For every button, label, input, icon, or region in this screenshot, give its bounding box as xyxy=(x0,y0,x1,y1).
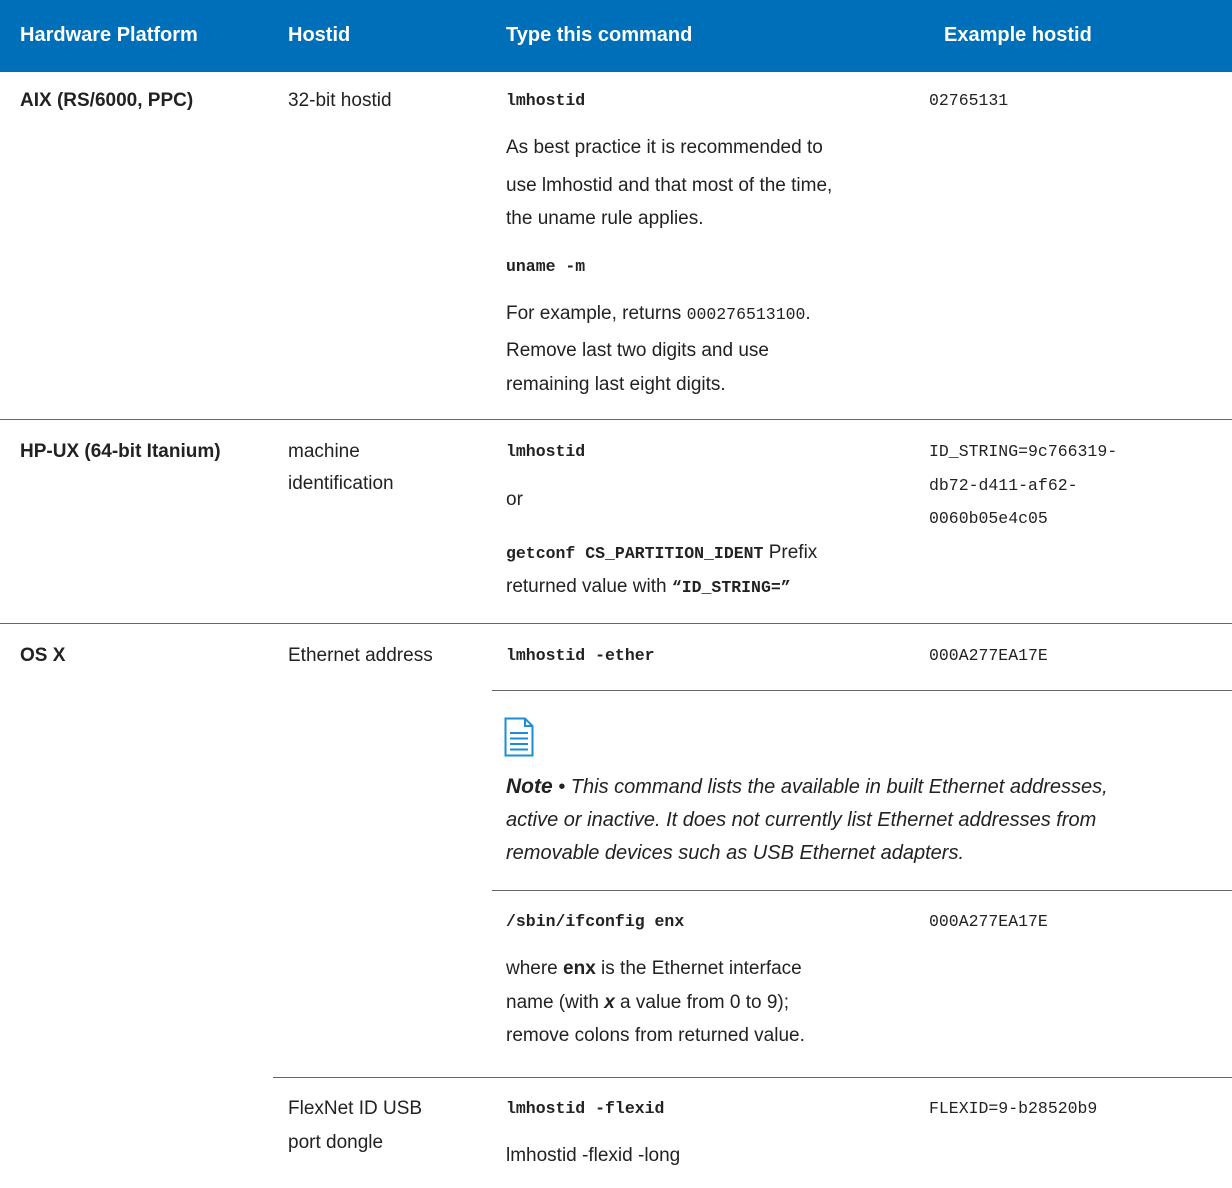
inline-code: “ID_STRING=” xyxy=(671,578,791,597)
note-line: removable devices such as USB Ethernet a… xyxy=(506,842,965,864)
example-hostid: FLEXID=9-b28520b9 xyxy=(929,1099,1098,1118)
example-hostid: 02765131 xyxy=(929,91,1009,110)
row-divider xyxy=(0,419,1232,420)
hostid-cell: identification xyxy=(288,473,394,494)
header-example-hostid: Example hostid xyxy=(944,24,1092,46)
paragraph-line: returned value with “ID_STRING=” xyxy=(506,571,791,603)
header-hardware-platform: Hardware Platform xyxy=(20,24,198,46)
example-hostid: 000A277EA17E xyxy=(929,646,1048,665)
or-text: or xyxy=(506,489,523,510)
text: a value from 0 to 9); xyxy=(614,992,790,1013)
text: name (with xyxy=(506,992,605,1013)
paragraph-line: remaining last eight digits. xyxy=(506,374,726,395)
header-command: Type this command xyxy=(506,24,693,46)
command-code: lmhostid -ether xyxy=(506,646,655,665)
sub-row-divider xyxy=(492,890,1232,891)
row-divider xyxy=(0,623,1232,624)
header-hostid: Hostid xyxy=(288,24,351,46)
example-hostid: 0060b05e4c05 xyxy=(929,509,1048,528)
hostid-cell: 32-bit hostid xyxy=(288,90,392,111)
text: Prefix xyxy=(763,542,818,563)
command-code: /sbin/ifconfig enx xyxy=(506,912,685,931)
text: . xyxy=(805,303,811,324)
note-line: Note • This command lists the available … xyxy=(506,770,1108,804)
platform-cell: HP-UX (64-bit Itanium) xyxy=(20,441,221,462)
command-code: lmhostid xyxy=(506,91,586,110)
command-text: lmhostid -flexid -long xyxy=(506,1145,681,1166)
hostid-cell: port dongle xyxy=(288,1132,384,1153)
paragraph-line: remove colons from returned value. xyxy=(506,1025,805,1046)
paragraph-line: use lmhostid and that most of the time, xyxy=(506,175,833,196)
text: is the Ethernet interface xyxy=(595,958,802,979)
text: returned value with xyxy=(506,576,672,597)
row-divider xyxy=(273,1077,1232,1078)
note-line: active or inactive. It does not currentl… xyxy=(506,809,1097,831)
paragraph-line: getconf CS_PARTITION_IDENT Prefix xyxy=(506,537,817,569)
note-text: This command lists the available in buil… xyxy=(570,776,1108,798)
paragraph-line: For example, returns 000276513100. xyxy=(506,298,811,330)
text: where xyxy=(506,958,564,979)
document-note-icon xyxy=(504,717,534,757)
paragraph-line: As best practice it is recommended to xyxy=(506,137,823,158)
paragraph-line: Remove last two digits and use xyxy=(506,340,769,361)
hostid-cell: FlexNet ID USB xyxy=(288,1098,423,1119)
paragraph-line: where enx is the Ethernet interface xyxy=(506,953,802,984)
paragraph-line: name (with x a value from 0 to 9); xyxy=(506,987,789,1018)
hostid-cell: machine xyxy=(288,441,360,462)
command-code: lmhostid -flexid xyxy=(506,1099,665,1118)
inline-code: enx xyxy=(563,958,596,979)
example-hostid: 000A277EA17E xyxy=(929,912,1048,931)
command-code: uname -m xyxy=(506,257,586,276)
sub-row-divider xyxy=(492,690,1232,691)
hostid-cell: Ethernet address xyxy=(288,645,433,666)
example-hostid: ID_STRING=9c766319- xyxy=(929,442,1118,461)
platform-cell: AIX (RS/6000, PPC) xyxy=(20,90,194,111)
paragraph-line: the uname rule applies. xyxy=(506,208,704,229)
table-header: Hardware Platform Hostid Type this comma… xyxy=(0,0,1232,72)
command-code: lmhostid xyxy=(506,442,586,461)
example-hostid: db72-d411-af62- xyxy=(929,476,1078,495)
note-bullet: • xyxy=(552,776,571,798)
platform-cell: OS X xyxy=(20,645,66,666)
text: For example, returns xyxy=(506,303,687,324)
note-label: Note xyxy=(506,775,553,798)
inline-code: getconf CS_PARTITION_IDENT xyxy=(506,544,764,563)
inline-code: 000276513100 xyxy=(686,305,806,324)
inline-var: x xyxy=(604,992,615,1013)
